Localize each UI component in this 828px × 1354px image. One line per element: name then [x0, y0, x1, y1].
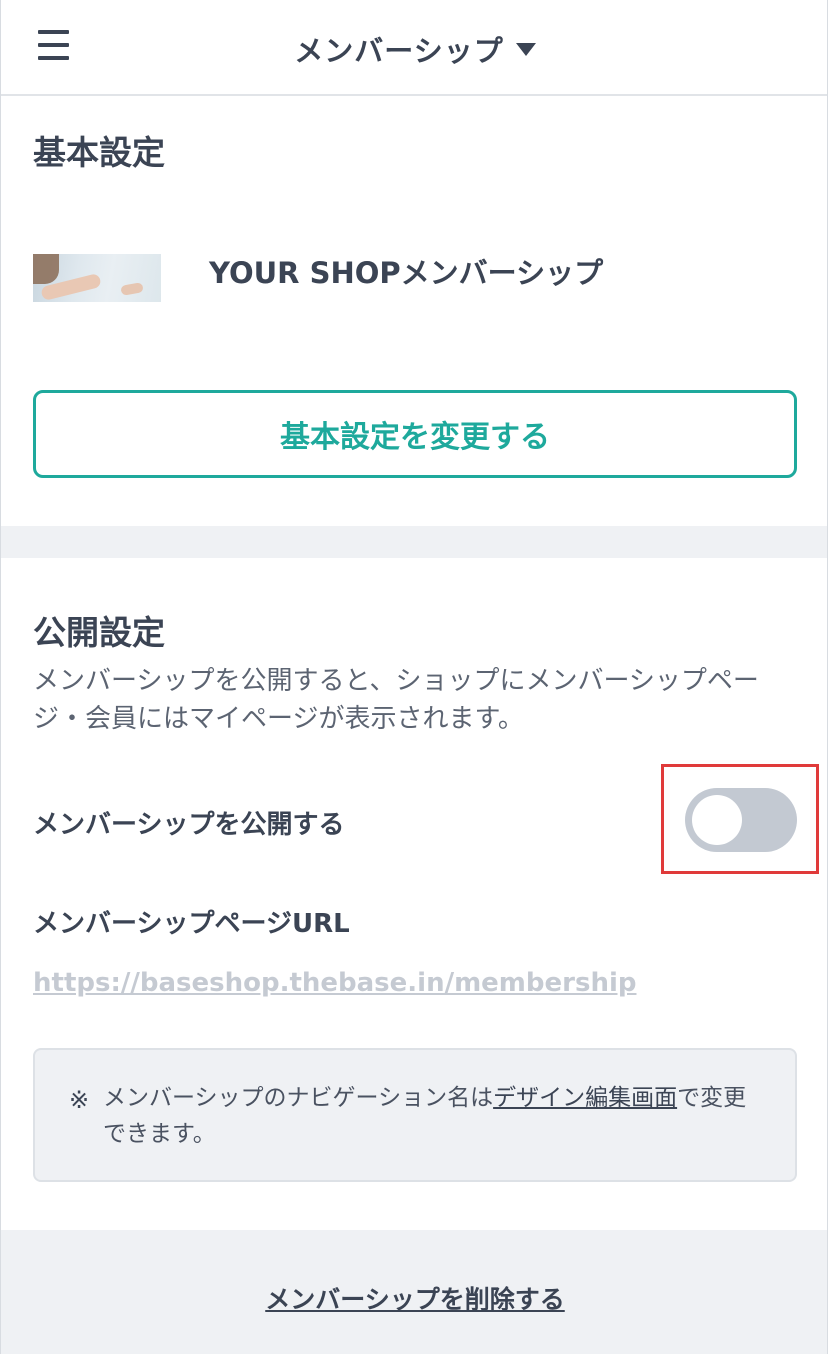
publish-toggle[interactable] — [685, 788, 797, 852]
caret-down-icon — [515, 43, 536, 56]
notice-box: ※ メンバーシップのナビゲーション名はデザイン編集画面で変更できます。 — [33, 1048, 797, 1182]
notice-prefix: メンバーシップのナビゲーション名は — [103, 1085, 494, 1111]
toggle-knob — [692, 795, 742, 845]
membership-name: YOUR SHOPメンバーシップ — [209, 256, 604, 290]
design-editor-link[interactable]: デザイン編集画面 — [493, 1085, 677, 1111]
note-mark: ※ — [69, 1086, 90, 1114]
membership-url-link[interactable]: https://baseshop.thebase.in/membership — [33, 968, 636, 998]
notice-text: メンバーシップのナビゲーション名はデザイン編集画面で変更できます。 — [103, 1080, 763, 1152]
page-title: メンバーシップ — [294, 34, 504, 68]
edit-basic-settings-button[interactable]: 基本設定を変更する — [33, 390, 797, 478]
basic-settings-heading: 基本設定 — [33, 133, 165, 172]
delete-membership-link[interactable]: メンバーシップを削除する — [1, 1280, 827, 1316]
page-title-dropdown[interactable]: メンバーシップ — [1, 28, 827, 70]
membership-thumbnail — [33, 254, 161, 302]
url-label: メンバーシップページURL — [33, 909, 350, 939]
publish-toggle-label: メンバーシップを公開する — [33, 810, 345, 840]
section-divider — [1, 526, 827, 558]
page: メンバーシップ 基本設定 YOUR SHOPメンバーシップ 基本設定を変更する … — [0, 0, 828, 1354]
top-bar: メンバーシップ — [1, 0, 827, 96]
publish-settings-heading: 公開設定 — [33, 613, 165, 652]
publish-description: メンバーシップを公開すると、ショップにメンバーシップページ・会員にはマイページが… — [33, 666, 759, 734]
